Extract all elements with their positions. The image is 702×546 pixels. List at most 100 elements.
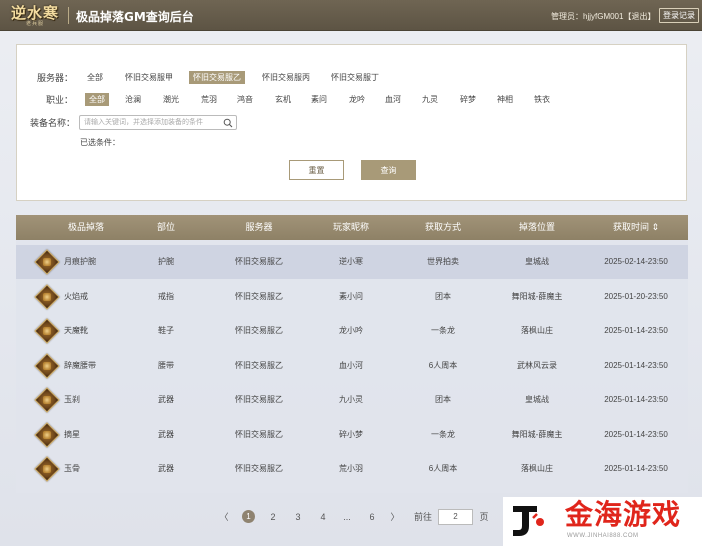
prev-page-icon[interactable]: 〈 [219, 510, 229, 524]
site-watermark: 金海游戏 WWW.JINHAI888.COM [503, 497, 702, 546]
reset-button[interactable]: 重置 [289, 160, 344, 180]
cell-location: 舞阳城-薛魔主 [511, 291, 563, 301]
cell-player: 碎小梦 [339, 429, 363, 439]
cell-method: 一条龙 [431, 326, 455, 335]
filter-panel: 服务器： 全部 怀旧交易服甲 怀旧交易服乙 怀旧交易服丙 怀旧交易服丁 职业： … [16, 44, 687, 201]
cell-server: 怀旧交易服乙 [235, 395, 283, 404]
class-option-xuanji[interactable]: 玄机 [271, 93, 295, 106]
class-option-longyin[interactable]: 龙吟 [345, 93, 369, 106]
cell-location: 落枫山庄 [521, 326, 553, 335]
table-row[interactable]: 玉骨 武器 怀旧交易服乙 荒小羽 6人周本 落枫山庄 2025-01-14-23:50 [16, 452, 688, 486]
class-option-suwen[interactable]: 素问 [307, 93, 331, 106]
cell-server: 怀旧交易服乙 [235, 429, 283, 439]
cell-time: 2025-01-20-23:50 [604, 291, 668, 301]
class-option-canglan[interactable]: 沧澜 [121, 93, 145, 106]
jinhai-logo-icon [513, 506, 544, 536]
page-ellipsis[interactable]: ... [339, 510, 355, 524]
cell-method: 一条龙 [431, 429, 455, 439]
cell-server: 怀旧交易服乙 [235, 291, 283, 301]
class-option-tieyi[interactable]: 铁衣 [530, 93, 554, 106]
cell-time: 2025-01-14-23:50 [604, 395, 668, 404]
server-label: 服务器： [36, 73, 73, 83]
equip-search-box[interactable] [79, 115, 237, 130]
equipment-icon [34, 421, 60, 448]
cell-item-name: 玉刹 [64, 395, 80, 404]
equipment-icon-gem [43, 465, 51, 473]
table-row[interactable]: 月痕护腕 护腕 怀旧交易服乙 逆小寒 世界拍卖 皇城战 2025-02-14-23:50 [16, 245, 688, 279]
cell-time: 2025-01-14-23:50 [604, 429, 668, 439]
class-option-hongyin[interactable]: 鸿音 [233, 93, 257, 106]
cell-method: 6人周本 [428, 464, 458, 473]
equipment-icon [34, 456, 60, 482]
equipment-icon [34, 318, 60, 344]
cell-time: 2025-01-14-23:50 [604, 326, 668, 335]
class-option-jiuling[interactable]: 九灵 [418, 93, 442, 106]
column-header-server: 服务器 [245, 222, 273, 232]
page-6[interactable]: 6 [367, 510, 377, 524]
admin-info[interactable]: 管理员：hjjyfGM001【退出】 [551, 11, 655, 22]
equip-search-input[interactable] [84, 116, 224, 129]
equipment-icon-gem [43, 396, 51, 404]
table-row[interactable]: 辞魔腰带 腰带 怀旧交易服乙 血小河 6人周本 武林风云录 2025-01-14-23:50 [16, 349, 688, 383]
cell-time: 2025-01-14-23:50 [604, 464, 668, 473]
cell-item-name: 辞魔腰带 [64, 360, 96, 370]
class-option-suimeng[interactable]: 碎梦 [456, 93, 480, 106]
column-header-location: 掉落位置 [518, 222, 555, 232]
equipment-icon-gem [43, 361, 51, 370]
login-records-button[interactable]: 登录记录 [659, 8, 699, 23]
class-option-huangyu[interactable]: 荒羽 [197, 93, 221, 106]
column-header-time-sort[interactable]: 获取时间 ⇕ [596, 215, 676, 240]
cell-player: 血小河 [339, 360, 363, 370]
cell-slot: 护腕 [158, 257, 174, 266]
cell-server: 怀旧交易服乙 [235, 360, 283, 370]
watermark-text: 金海游戏 [565, 498, 682, 531]
class-option-shenxiang[interactable]: 神相 [493, 93, 517, 106]
cell-server: 怀旧交易服乙 [235, 326, 283, 335]
equipment-icon [34, 352, 60, 379]
page-3[interactable]: 3 [293, 510, 303, 524]
goto-page-input[interactable]: 2 [438, 509, 473, 525]
cell-player: 素小问 [339, 291, 363, 301]
cell-player: 九小灵 [339, 395, 363, 404]
query-button[interactable]: 查询 [361, 160, 416, 180]
server-option-bing[interactable]: 怀旧交易服丙 [258, 71, 314, 84]
table-row[interactable]: 天魔靴 鞋子 怀旧交易服乙 龙小吟 一条龙 落枫山庄 2025-01-14-23:50 [16, 314, 688, 348]
column-header-item: 极品掉落 [67, 222, 104, 232]
page-2[interactable]: 2 [268, 510, 278, 524]
server-option-ding[interactable]: 怀旧交易服丁 [327, 71, 383, 84]
class-option-chaoguang[interactable]: 潮光 [159, 93, 183, 106]
cell-location: 皇城战 [525, 257, 549, 266]
cell-slot: 武器 [158, 429, 174, 439]
equipment-icon-gem [43, 258, 51, 266]
cell-location: 皇城战 [525, 395, 549, 404]
cell-item-name: 火焰戒 [64, 291, 88, 301]
app-title: 极品掉落GM查询后台 [76, 10, 194, 24]
table-row[interactable]: 玉刹 武器 怀旧交易服乙 九小灵 团本 皇城战 2025-01-14-23:50 [16, 383, 688, 417]
cell-location: 舞阳城-薛魔主 [511, 429, 563, 439]
cell-item-name: 天魔靴 [64, 326, 88, 335]
equipment-icon [34, 283, 60, 310]
search-icon[interactable] [223, 118, 233, 128]
next-page-icon[interactable]: 〉 [390, 510, 400, 524]
cell-slot: 腰带 [158, 360, 174, 370]
server-option-jia[interactable]: 怀旧交易服甲 [121, 71, 177, 84]
table-row[interactable]: 摘星 武器 怀旧交易服乙 碎小梦 一条龙 舞阳城-薛魔主 2025-01-14-23:50 [16, 418, 688, 452]
table-header: 极品掉落 部位 服务器 玩家昵称 获取方式 掉落位置 获取时间 ⇕ [16, 215, 688, 240]
server-option-yi[interactable]: 怀旧交易服乙 [189, 71, 245, 84]
results-table: 极品掉落 部位 服务器 玩家昵称 获取方式 掉落位置 获取时间 ⇕ 月痕护腕 护腕… [16, 215, 688, 493]
header-divider [68, 7, 69, 24]
cell-slot: 武器 [158, 464, 174, 473]
class-label: 职业： [45, 95, 73, 105]
page-1[interactable]: 1 [242, 510, 255, 523]
logo-text: 逆水寒 [10, 3, 59, 22]
cell-item-name: 摘星 [64, 429, 80, 439]
cell-server: 怀旧交易服乙 [235, 464, 283, 473]
class-option-all[interactable]: 全部 [85, 93, 109, 106]
server-option-all[interactable]: 全部 [83, 71, 107, 84]
class-option-xuehe[interactable]: 血河 [381, 93, 405, 106]
table-row[interactable]: 火焰戒 戒指 怀旧交易服乙 素小问 团本 舞阳城-薛魔主 2025-01-20-23:50 [16, 280, 688, 314]
page-4[interactable]: 4 [318, 510, 328, 524]
cell-method: 6人周本 [428, 360, 458, 370]
equipment-icon-gem [43, 327, 51, 335]
cell-slot: 武器 [158, 395, 174, 404]
